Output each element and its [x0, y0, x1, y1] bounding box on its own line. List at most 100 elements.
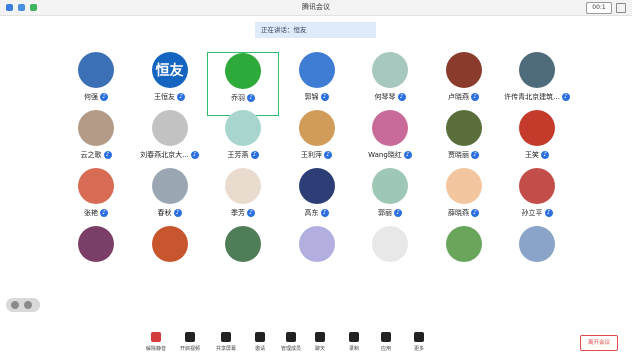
participant-name: 薛晓燕 [448, 209, 469, 217]
toolbar-button[interactable]: 共享屏幕 [212, 332, 240, 352]
participant-name: 张艳 [84, 209, 98, 217]
mic-icon: ♪ [544, 209, 553, 217]
toolbar-label: 录制 [348, 346, 359, 352]
mic-icon: ♪ [471, 209, 479, 217]
participant-tile[interactable] [207, 226, 279, 290]
participant-tile[interactable]: 卢晓燕 ♪ [428, 52, 500, 116]
participant-tile[interactable]: 郭锦 ♪ [281, 52, 353, 116]
record-icon [349, 332, 359, 342]
leave-meeting-button[interactable]: 离开会议 [580, 335, 618, 351]
toolbar-label: 开启视频 [179, 346, 200, 352]
participant-tile[interactable]: 何琴琴 ♪ [354, 52, 426, 116]
participant-tile[interactable]: 薛晓燕 ♪ [428, 168, 500, 232]
mic-icon: ♪ [190, 151, 199, 159]
participant-tile[interactable] [501, 226, 573, 290]
mic-icon: ♪ [247, 94, 255, 102]
participant-tile[interactable]: 许传青北京建筑... ♪ [501, 52, 573, 116]
avatar [78, 226, 114, 262]
title-bar: 腾讯会议 00:1 [0, 0, 632, 16]
avatar [445, 226, 482, 262]
dot-icon[interactable] [11, 301, 19, 309]
toolbar-button[interactable]: 管理成员 [277, 332, 305, 352]
participant-tile[interactable] [354, 226, 426, 290]
toolbar-label: 管理成员 [280, 346, 301, 352]
avatar [151, 110, 188, 146]
avatar [445, 168, 482, 204]
participant-tile[interactable]: 云之歌 ♪ [60, 110, 132, 174]
toolbar-button[interactable]: 更多 [405, 332, 433, 352]
toolbar-button[interactable]: 聊天 [306, 332, 334, 352]
avatar [225, 53, 261, 89]
participant-tile[interactable]: 王芳燕 ♪ [207, 110, 279, 174]
more-icon [414, 332, 424, 342]
mic-icon: ♪ [541, 151, 549, 159]
toolbar-label: 邀请 [254, 346, 265, 352]
participant-tile[interactable]: 高东 ♪ [281, 168, 353, 232]
toolbar-button[interactable]: 开启视频 [176, 332, 204, 352]
mic-muted-icon [151, 332, 161, 342]
mic-icon: ♪ [247, 209, 255, 217]
speaking-banner: 正在讲话：恒友 [255, 22, 376, 38]
avatar [372, 226, 408, 262]
participant-tile[interactable]: 郭丽 ♪ [354, 168, 426, 232]
participant-tile[interactable]: 王利萍 ♪ [281, 110, 353, 174]
participant-tile[interactable]: 春秋 ♪ [134, 168, 206, 232]
mic-icon: ♪ [403, 151, 412, 159]
participant-name: 春秋 [157, 209, 172, 217]
participant-name: 何强 [84, 93, 98, 101]
avatar [298, 226, 335, 262]
participant-name: Wang晓红 [368, 151, 402, 159]
mic-icon: ♪ [324, 151, 332, 159]
mic-icon: ♪ [320, 209, 329, 217]
toolbar-label: 应用 [380, 346, 391, 352]
avatar: 恒友 [151, 52, 188, 88]
share-screen-icon [221, 332, 231, 342]
avatar [78, 168, 114, 204]
participant-tile[interactable]: 何强 ♪ [60, 52, 132, 116]
meeting-timer: 00:1 [586, 2, 612, 14]
participant-tile[interactable] [134, 226, 206, 290]
toolbar-button[interactable]: 录制 [340, 332, 368, 352]
participant-tile[interactable]: 孙立平 ♪ [501, 168, 573, 232]
toolbar-label: 共享屏幕 [215, 346, 236, 352]
participant-name: 王芳燕 [227, 151, 249, 159]
toolbar-button[interactable]: 应用 [372, 332, 400, 352]
fullscreen-icon[interactable] [616, 3, 626, 13]
participant-tile[interactable]: 张艳 ♪ [60, 168, 132, 232]
avatar [372, 168, 408, 204]
participant-tile[interactable]: 季芳 ♪ [207, 168, 279, 232]
participant-name: 孙立平 [521, 209, 543, 217]
chat-icon [315, 332, 325, 342]
dot-icon[interactable] [24, 301, 32, 309]
toolbar-button[interactable]: 解除静音 [142, 332, 170, 352]
participant-tile[interactable]: 乔羽 ♪ [207, 52, 279, 116]
participant-name: 王笑 [525, 151, 539, 159]
avatar [298, 52, 335, 88]
participant-tile[interactable] [281, 226, 353, 290]
participant-tile[interactable]: 恒友 王恒友 ♪ [134, 52, 206, 116]
mic-icon: ♪ [250, 151, 259, 159]
members-icon [286, 332, 296, 342]
participant-tile[interactable] [428, 226, 500, 290]
avatar [519, 168, 555, 204]
participant-name: 许传青北京建筑... [504, 93, 560, 101]
avatar [519, 110, 555, 146]
video-off-icon [185, 332, 195, 342]
avatar [225, 226, 261, 262]
participant-tile[interactable]: 刘春燕北京大... ♪ [134, 110, 206, 174]
participant-tile[interactable]: 王笑 ♪ [501, 110, 573, 174]
participant-name: 郭丽 [378, 209, 392, 217]
avatar-text: 恒友 [155, 63, 184, 79]
mic-icon: ♪ [471, 151, 479, 159]
mic-icon: ♪ [177, 93, 185, 101]
mic-icon: ♪ [394, 209, 402, 217]
toolbar-button[interactable]: 邀请 [246, 332, 274, 352]
participant-tile[interactable] [60, 226, 132, 290]
participant-tile[interactable]: 贾晓丽 ♪ [428, 110, 500, 174]
participant-tile[interactable]: Wang晓红 ♪ [354, 110, 426, 174]
toolbar-label: 解除静音 [145, 346, 166, 352]
avatar [372, 110, 408, 146]
apps-icon [381, 332, 391, 342]
participant-name: 卢晓燕 [448, 93, 469, 101]
floating-controls[interactable] [6, 298, 40, 312]
